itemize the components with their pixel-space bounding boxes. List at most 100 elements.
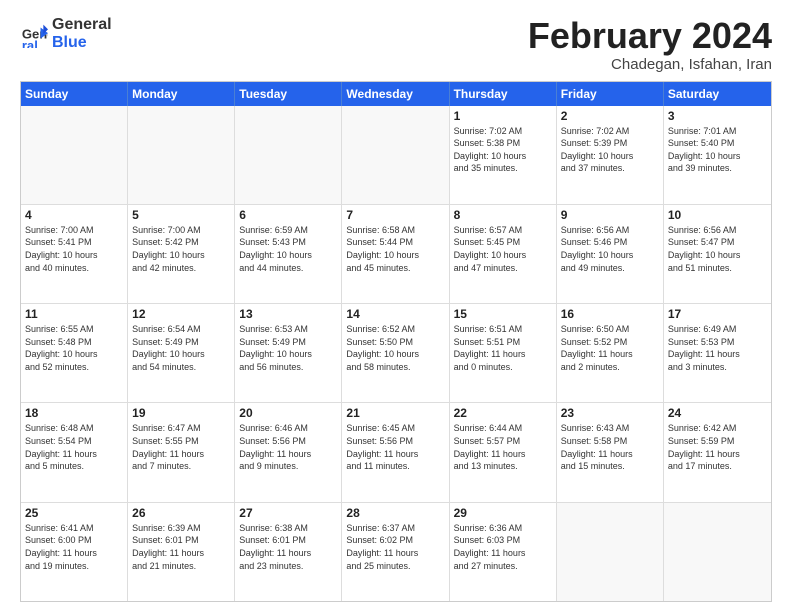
calendar-cell bbox=[664, 503, 771, 601]
day-number: 26 bbox=[132, 506, 230, 520]
day-info: Sunrise: 6:58 AM Sunset: 5:44 PM Dayligh… bbox=[346, 224, 444, 274]
calendar-row: 11Sunrise: 6:55 AM Sunset: 5:48 PM Dayli… bbox=[21, 303, 771, 402]
calendar-header-day: Tuesday bbox=[235, 82, 342, 106]
calendar-cell: 9 Sunrise: 6:56 AM Sunset: 5:46 PM Daylig… bbox=[557, 205, 664, 303]
day-number: 16 bbox=[561, 307, 659, 321]
calendar-cell: 3 Sunrise: 7:01 AM Sunset: 5:40 PM Daylig… bbox=[664, 106, 771, 204]
calendar-cell: 27 Sunrise: 6:38 AM Sunset: 6:01 PM Dayli… bbox=[235, 503, 342, 601]
calendar-cell: 18 Sunrise: 6:48 AM Sunset: 5:54 PM Dayli… bbox=[21, 403, 128, 501]
day-info: Sunrise: 6:59 AM Sunset: 5:43 PM Dayligh… bbox=[239, 224, 337, 274]
calendar-cell: 17 Sunrise: 6:49 AM Sunset: 5:53 PM Dayli… bbox=[664, 304, 771, 402]
day-info: Sunrise: 6:51 AM Sunset: 5:51 PM Dayligh… bbox=[454, 323, 552, 373]
day-info: Sunrise: 7:02 AM Sunset: 5:39 PM Dayligh… bbox=[561, 125, 659, 175]
calendar-row: 1 Sunrise: 7:02 AM Sunset: 5:38 PM Daylig… bbox=[21, 106, 771, 204]
day-number: 9 bbox=[561, 208, 659, 222]
calendar-cell: 6Sunrise: 6:59 AM Sunset: 5:43 PM Daylig… bbox=[235, 205, 342, 303]
calendar-cell: 29 Sunrise: 6:36 AM Sunset: 6:03 PM Dayli… bbox=[450, 503, 557, 601]
day-info: Sunrise: 6:43 AM Sunset: 5:58 PM Dayligh… bbox=[561, 422, 659, 472]
day-info: Sunrise: 6:56 AM Sunset: 5:46 PM Dayligh… bbox=[561, 224, 659, 274]
day-info: Sunrise: 6:39 AM Sunset: 6:01 PM Dayligh… bbox=[132, 522, 230, 572]
calendar-cell bbox=[128, 106, 235, 204]
calendar-cell: 7 Sunrise: 6:58 AM Sunset: 5:44 PM Daylig… bbox=[342, 205, 449, 303]
day-info: Sunrise: 6:44 AM Sunset: 5:57 PM Dayligh… bbox=[454, 422, 552, 472]
calendar-cell: 11Sunrise: 6:55 AM Sunset: 5:48 PM Dayli… bbox=[21, 304, 128, 402]
day-info: Sunrise: 6:53 AM Sunset: 5:49 PM Dayligh… bbox=[239, 323, 337, 373]
day-number: 1 bbox=[454, 109, 552, 123]
calendar-cell: 21Sunrise: 6:45 AM Sunset: 5:56 PM Dayli… bbox=[342, 403, 449, 501]
calendar-cell: 28Sunrise: 6:37 AM Sunset: 6:02 PM Dayli… bbox=[342, 503, 449, 601]
calendar-cell: 24 Sunrise: 6:42 AM Sunset: 5:59 PM Dayli… bbox=[664, 403, 771, 501]
calendar-cell bbox=[21, 106, 128, 204]
day-number: 8 bbox=[454, 208, 552, 222]
calendar-cell: 25 Sunrise: 6:41 AM Sunset: 6:00 PM Dayli… bbox=[21, 503, 128, 601]
day-info: Sunrise: 6:48 AM Sunset: 5:54 PM Dayligh… bbox=[25, 422, 123, 472]
calendar-cell: 14Sunrise: 6:52 AM Sunset: 5:50 PM Dayli… bbox=[342, 304, 449, 402]
day-number: 10 bbox=[668, 208, 767, 222]
day-number: 15 bbox=[454, 307, 552, 321]
calendar-cell: 13Sunrise: 6:53 AM Sunset: 5:49 PM Dayli… bbox=[235, 304, 342, 402]
calendar-cell: 5 Sunrise: 7:00 AM Sunset: 5:42 PM Daylig… bbox=[128, 205, 235, 303]
calendar-header: SundayMondayTuesdayWednesdayThursdayFrid… bbox=[21, 82, 771, 106]
day-number: 11 bbox=[25, 307, 123, 321]
day-info: Sunrise: 6:54 AM Sunset: 5:49 PM Dayligh… bbox=[132, 323, 230, 373]
day-info: Sunrise: 6:42 AM Sunset: 5:59 PM Dayligh… bbox=[668, 422, 767, 472]
day-number: 2 bbox=[561, 109, 659, 123]
day-number: 12 bbox=[132, 307, 230, 321]
calendar-cell: 2 Sunrise: 7:02 AM Sunset: 5:39 PM Daylig… bbox=[557, 106, 664, 204]
day-number: 29 bbox=[454, 506, 552, 520]
calendar-cell: 26 Sunrise: 6:39 AM Sunset: 6:01 PM Dayli… bbox=[128, 503, 235, 601]
calendar-cell bbox=[557, 503, 664, 601]
calendar-cell: 20 Sunrise: 6:46 AM Sunset: 5:56 PM Dayli… bbox=[235, 403, 342, 501]
header: Gene ral General Blue February 2024 Chad… bbox=[20, 16, 772, 73]
day-number: 17 bbox=[668, 307, 767, 321]
calendar-cell: 22 Sunrise: 6:44 AM Sunset: 5:57 PM Dayli… bbox=[450, 403, 557, 501]
calendar-cell: 15 Sunrise: 6:51 AM Sunset: 5:51 PM Dayli… bbox=[450, 304, 557, 402]
page: Gene ral General Blue February 2024 Chad… bbox=[0, 0, 792, 612]
day-info: Sunrise: 6:56 AM Sunset: 5:47 PM Dayligh… bbox=[668, 224, 767, 274]
day-number: 19 bbox=[132, 406, 230, 420]
calendar-header-day: Saturday bbox=[664, 82, 771, 106]
calendar-cell: 4Sunrise: 7:00 AM Sunset: 5:41 PM Daylig… bbox=[21, 205, 128, 303]
day-number: 25 bbox=[25, 506, 123, 520]
calendar-header-day: Sunday bbox=[21, 82, 128, 106]
month-title: February 2024 bbox=[528, 16, 772, 56]
logo-text: General Blue bbox=[52, 16, 112, 51]
day-info: Sunrise: 7:01 AM Sunset: 5:40 PM Dayligh… bbox=[668, 125, 767, 175]
day-number: 23 bbox=[561, 406, 659, 420]
day-number: 27 bbox=[239, 506, 337, 520]
day-info: Sunrise: 6:41 AM Sunset: 6:00 PM Dayligh… bbox=[25, 522, 123, 572]
day-info: Sunrise: 6:37 AM Sunset: 6:02 PM Dayligh… bbox=[346, 522, 444, 572]
day-number: 24 bbox=[668, 406, 767, 420]
subtitle: Chadegan, Isfahan, Iran bbox=[528, 56, 772, 73]
title-area: February 2024 Chadegan, Isfahan, Iran bbox=[528, 16, 772, 73]
day-info: Sunrise: 7:02 AM Sunset: 5:38 PM Dayligh… bbox=[454, 125, 552, 175]
day-number: 18 bbox=[25, 406, 123, 420]
day-number: 22 bbox=[454, 406, 552, 420]
calendar-header-day: Wednesday bbox=[342, 82, 449, 106]
calendar-row: 4Sunrise: 7:00 AM Sunset: 5:41 PM Daylig… bbox=[21, 204, 771, 303]
calendar-cell: 23 Sunrise: 6:43 AM Sunset: 5:58 PM Dayli… bbox=[557, 403, 664, 501]
day-number: 3 bbox=[668, 109, 767, 123]
calendar-row: 25 Sunrise: 6:41 AM Sunset: 6:00 PM Dayli… bbox=[21, 502, 771, 601]
day-number: 4 bbox=[25, 208, 123, 222]
calendar-cell: 19 Sunrise: 6:47 AM Sunset: 5:55 PM Dayli… bbox=[128, 403, 235, 501]
logo: Gene ral General Blue bbox=[20, 16, 112, 51]
svg-text:ral: ral bbox=[22, 37, 38, 47]
day-info: Sunrise: 6:50 AM Sunset: 5:52 PM Dayligh… bbox=[561, 323, 659, 373]
calendar-header-day: Monday bbox=[128, 82, 235, 106]
day-info: Sunrise: 6:49 AM Sunset: 5:53 PM Dayligh… bbox=[668, 323, 767, 373]
logo-icon: Gene ral bbox=[20, 20, 48, 48]
day-info: Sunrise: 6:57 AM Sunset: 5:45 PM Dayligh… bbox=[454, 224, 552, 274]
day-info: Sunrise: 6:38 AM Sunset: 6:01 PM Dayligh… bbox=[239, 522, 337, 572]
day-info: Sunrise: 6:47 AM Sunset: 5:55 PM Dayligh… bbox=[132, 422, 230, 472]
day-number: 7 bbox=[346, 208, 444, 222]
calendar-cell: 1 Sunrise: 7:02 AM Sunset: 5:38 PM Daylig… bbox=[450, 106, 557, 204]
day-info: Sunrise: 6:45 AM Sunset: 5:56 PM Dayligh… bbox=[346, 422, 444, 472]
day-info: Sunrise: 7:00 AM Sunset: 5:42 PM Dayligh… bbox=[132, 224, 230, 274]
day-info: Sunrise: 6:46 AM Sunset: 5:56 PM Dayligh… bbox=[239, 422, 337, 472]
calendar-cell: 8 Sunrise: 6:57 AM Sunset: 5:45 PM Daylig… bbox=[450, 205, 557, 303]
day-info: Sunrise: 6:36 AM Sunset: 6:03 PM Dayligh… bbox=[454, 522, 552, 572]
day-number: 20 bbox=[239, 406, 337, 420]
day-number: 5 bbox=[132, 208, 230, 222]
calendar-cell: 12 Sunrise: 6:54 AM Sunset: 5:49 PM Dayli… bbox=[128, 304, 235, 402]
